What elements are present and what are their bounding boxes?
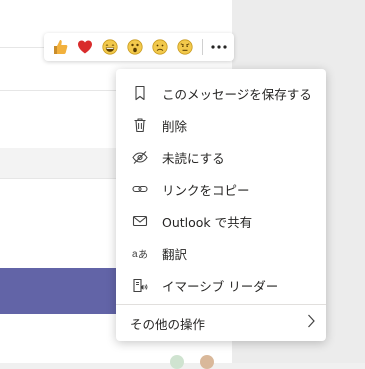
avatar [170,355,184,369]
menu-item-save-message[interactable]: このメッセージを保存する [116,77,326,109]
delete-icon [130,115,150,135]
menu-item-copy-link[interactable]: リンクをコピー [116,173,326,205]
surprised-icon[interactable] [125,37,145,57]
menu-item-translate[interactable]: aあ 翻訳 [116,237,326,269]
menu-item-mark-unread[interactable]: 未読にする [116,141,326,173]
reaction-bar [44,33,234,61]
menu-item-label: その他の操作 [130,316,206,332]
svg-text:あ: あ [138,249,148,261]
heart-icon[interactable] [75,37,95,57]
menu-item-label: 翻訳 [162,246,188,262]
angry-icon[interactable] [175,37,195,57]
mail-icon [130,211,150,231]
menu-item-immersive-reader[interactable]: イマーシブ リーダー [116,269,326,301]
reaction-avatars [170,355,220,369]
menu-item-delete[interactable]: 削除 [116,109,326,141]
reaction-separator [202,39,203,55]
translate-icon: aあ [130,243,150,263]
bookmark-icon [130,83,150,103]
immersive-reader-icon [130,275,150,295]
menu-item-label: イマーシブ リーダー [162,278,279,294]
laugh-icon[interactable] [100,37,120,57]
thumbs-up-icon[interactable] [50,37,70,57]
more-options-icon[interactable] [209,37,229,57]
menu-item-label: 削除 [162,118,188,134]
menu-item-more-actions[interactable]: その他の操作 [116,308,326,338]
link-icon [130,179,150,199]
sad-icon[interactable] [150,37,170,57]
avatar [200,355,214,369]
mark-unread-icon [130,147,150,167]
menu-item-label: Outlook で共有 [162,214,253,230]
menu-item-label: リンクをコピー [162,182,250,198]
menu-item-label: 未読にする [162,150,225,166]
chevron-right-icon [306,313,316,333]
message-context-menu: このメッセージを保存する 削除 未読にする リンクをコピー Outlook で共… [116,69,326,341]
menu-divider [116,304,326,305]
menu-item-label: このメッセージを保存する [162,86,312,102]
menu-item-share-outlook[interactable]: Outlook で共有 [116,205,326,237]
